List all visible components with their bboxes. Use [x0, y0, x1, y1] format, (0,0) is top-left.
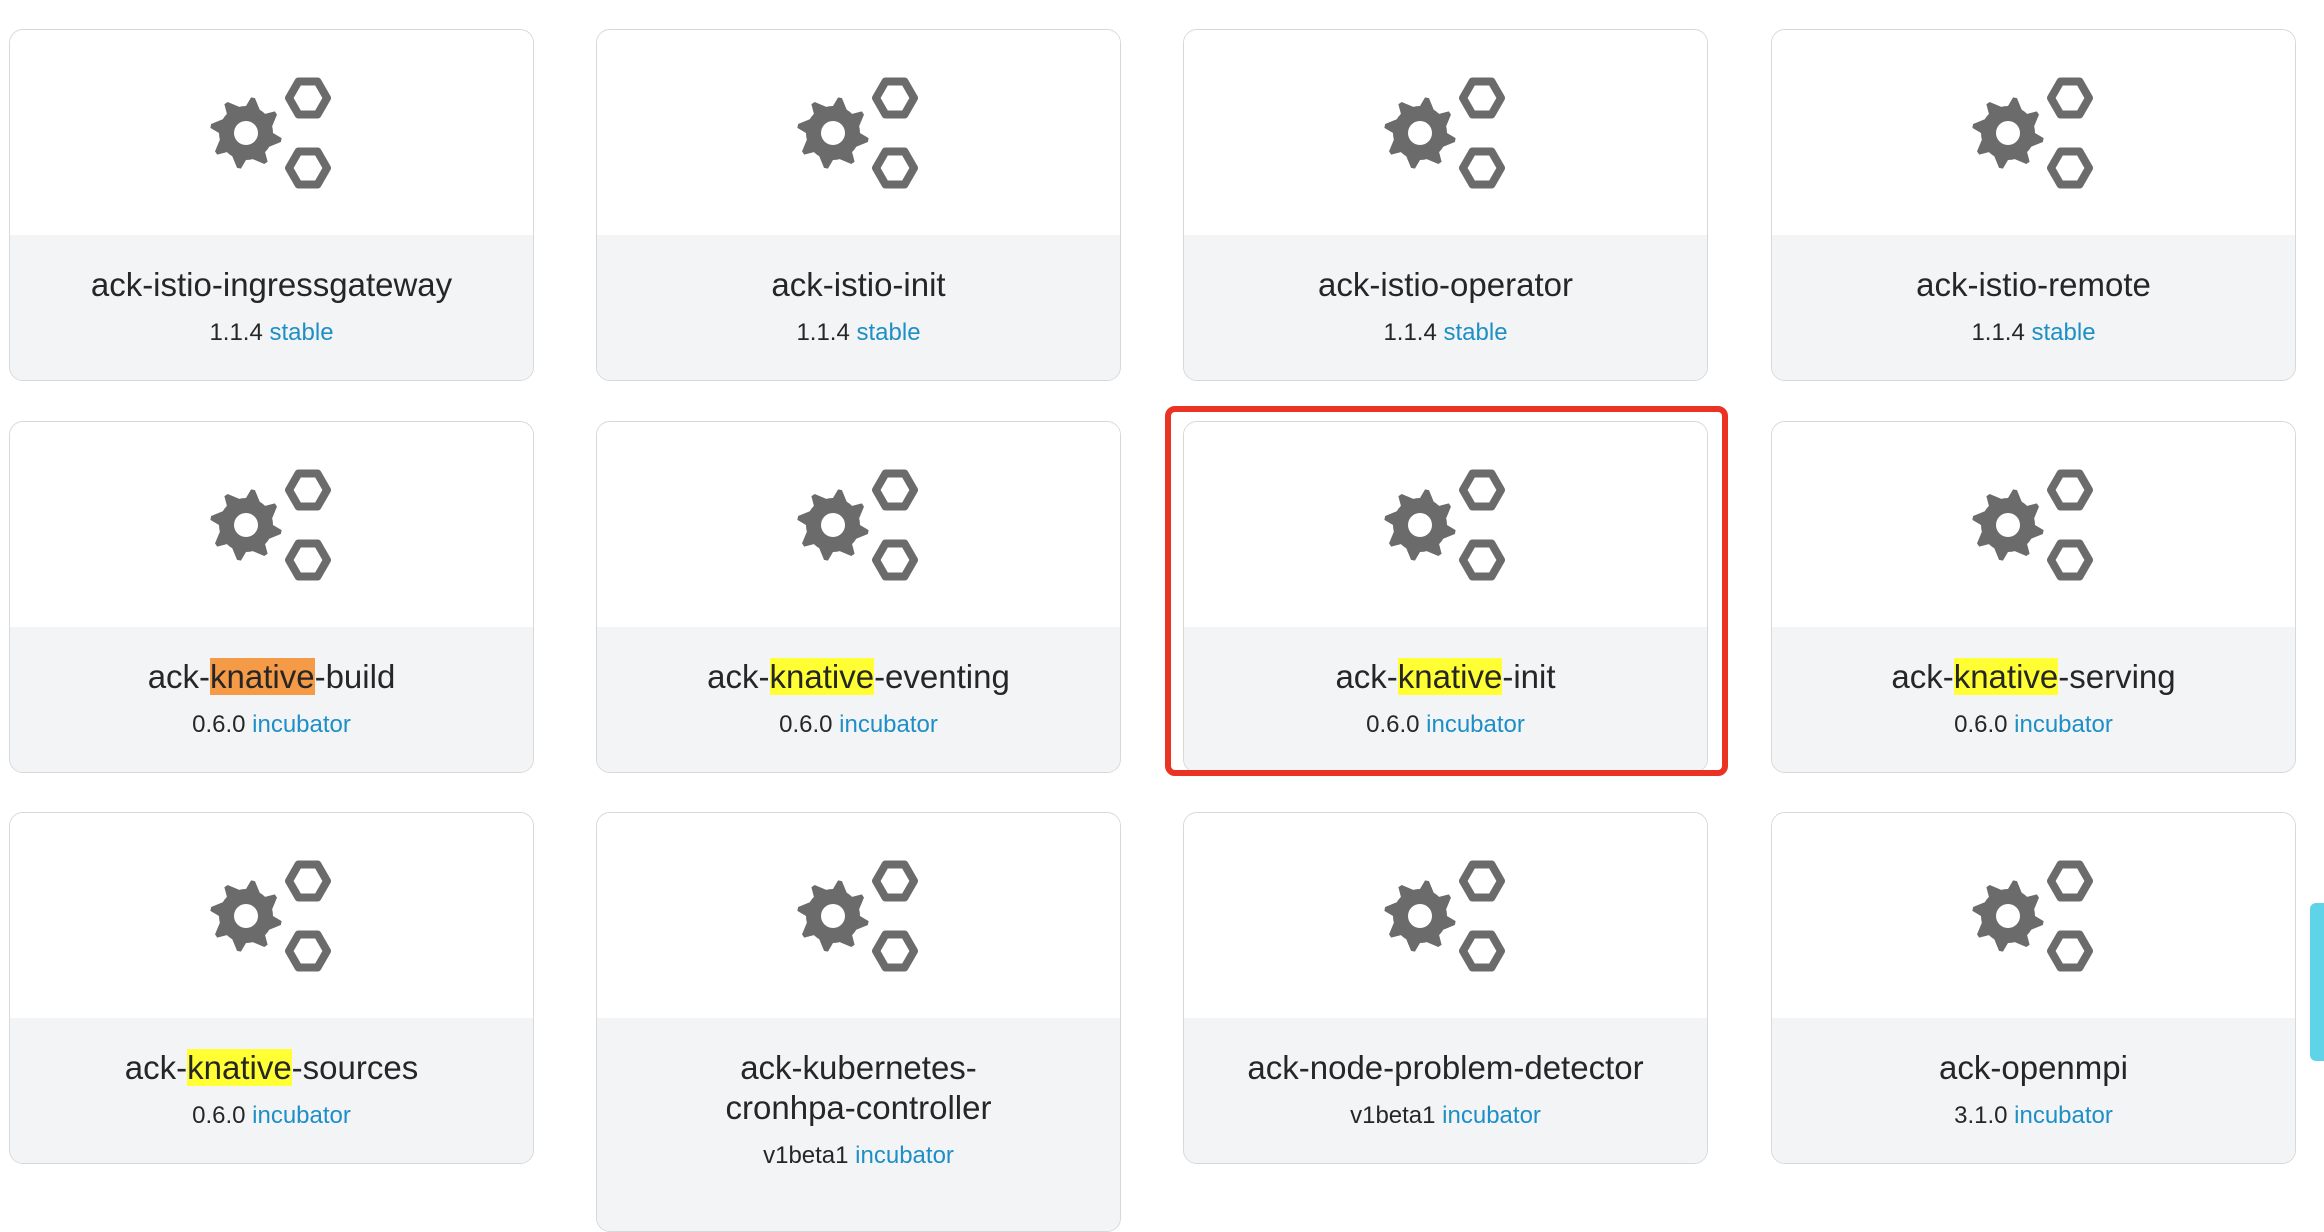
chart-version: 0.6.0 — [1954, 711, 2008, 738]
chart-version: 1.1.4 — [796, 319, 850, 346]
gears-icon — [1971, 74, 2096, 192]
hex-nut-icon — [1458, 469, 1505, 510]
hex-nut-icon — [871, 539, 918, 580]
chart-card[interactable]: ack-knative-sources 0.6.0 incubator — [9, 812, 534, 1164]
chart-channel-link[interactable]: stable — [1444, 319, 1508, 346]
chart-version: 1.1.4 — [1383, 319, 1437, 346]
chart-channel-link[interactable]: incubator — [2014, 1102, 2113, 1129]
chart-name: ack-kubernetes-cronhpa-controller — [725, 1049, 992, 1126]
chart-version: v1beta1 — [763, 1142, 849, 1169]
hex-nut-icon — [2046, 469, 2093, 510]
gears-icon — [1971, 466, 2096, 584]
gears-icon — [1383, 74, 1508, 192]
search-match: knative — [1397, 658, 1503, 695]
hex-nut-icon — [2046, 930, 2093, 971]
chart-channel-link[interactable]: incubator — [839, 711, 938, 738]
hex-nut-icon — [1458, 539, 1505, 580]
hex-nut-icon — [871, 930, 918, 971]
chart-card[interactable]: ack-knative-serving 0.6.0 incubator — [1771, 421, 2296, 773]
chart-card[interactable]: ack-openmpi 3.1.0 incubator — [1771, 812, 2296, 1164]
chart-version: 0.6.0 — [192, 711, 246, 738]
search-match: knative — [769, 658, 875, 695]
hex-nut-icon — [1458, 860, 1505, 901]
chart-channel-link[interactable]: stable — [857, 319, 921, 346]
chart-name: ack-knative-build — [147, 658, 396, 695]
chart-version: 1.1.4 — [1971, 319, 2025, 346]
hex-nut-icon — [284, 77, 331, 118]
chart-version: v1beta1 — [1350, 1102, 1436, 1129]
chart-name: ack-knative-init — [1335, 658, 1556, 695]
gears-icon — [1383, 857, 1508, 975]
chart-name: ack-node-problem-detector — [1247, 1049, 1644, 1086]
chart-card[interactable]: ack-knative-build 0.6.0 incubator — [9, 421, 534, 773]
chart-name: ack-knative-sources — [124, 1049, 419, 1086]
chart-name: ack-istio-ingressgateway — [90, 266, 453, 303]
chart-channel-link[interactable]: incubator — [252, 711, 351, 738]
feedback-side-tab[interactable] — [2310, 903, 2324, 1061]
search-match: knative — [187, 1049, 292, 1086]
gears-icon — [209, 857, 334, 975]
chart-card[interactable]: ack-istio-operator 1.1.4 stable — [1183, 29, 1708, 381]
search-match-active: knative — [210, 658, 315, 695]
hex-nut-icon — [284, 860, 331, 901]
hex-nut-icon — [2046, 77, 2093, 118]
chart-channel-link[interactable]: incubator — [2014, 711, 2113, 738]
chart-name: ack-istio-init — [771, 266, 946, 303]
chart-card[interactable]: ack-kubernetes-cronhpa-controller v1beta… — [596, 812, 1121, 1232]
hex-nut-icon — [871, 147, 918, 188]
chart-card[interactable]: ack-istio-ingressgateway 1.1.4 stable — [9, 29, 534, 381]
chart-card[interactable]: ack-istio-init 1.1.4 stable — [596, 29, 1121, 381]
hex-nut-icon — [2046, 860, 2093, 901]
gears-icon — [1971, 857, 2096, 975]
chart-name: ack-istio-operator — [1318, 266, 1573, 303]
chart-card-selected[interactable]: ack-knative-init 0.6.0 incubator — [1183, 421, 1708, 773]
hex-nut-icon — [284, 147, 331, 188]
hex-nut-icon — [284, 930, 331, 971]
chart-card[interactable]: ack-node-problem-detector v1beta1 incuba… — [1183, 812, 1708, 1164]
chart-name: ack-knative-serving — [1891, 658, 2176, 695]
gears-icon — [209, 74, 334, 192]
gears-icon — [1383, 466, 1508, 584]
gears-icon — [209, 466, 334, 584]
hex-nut-icon — [2046, 147, 2093, 188]
chart-name: ack-knative-eventing — [707, 658, 1010, 695]
chart-version: 1.1.4 — [209, 319, 263, 346]
hex-nut-icon — [871, 77, 918, 118]
chart-grid: ack-istio-ingressgateway 1.1.4 stable ac… — [0, 0, 2324, 1232]
chart-channel-link[interactable]: incubator — [1442, 1102, 1541, 1129]
chart-card[interactable]: ack-istio-remote 1.1.4 stable — [1771, 29, 2296, 381]
hex-nut-icon — [1458, 147, 1505, 188]
chart-channel-link[interactable]: incubator — [1426, 711, 1525, 738]
hex-nut-icon — [284, 469, 331, 510]
hex-nut-icon — [871, 860, 918, 901]
hex-nut-icon — [1458, 77, 1505, 118]
chart-version: 0.6.0 — [1366, 711, 1420, 738]
chart-name: ack-openmpi — [1939, 1049, 2128, 1086]
hex-nut-icon — [284, 539, 331, 580]
chart-version: 3.1.0 — [1954, 1102, 2008, 1129]
chart-channel-link[interactable]: incubator — [855, 1142, 954, 1169]
chart-version: 0.6.0 — [192, 1102, 246, 1129]
chart-name: ack-istio-remote — [1916, 266, 2151, 303]
chart-version: 0.6.0 — [779, 711, 833, 738]
hex-nut-icon — [871, 469, 918, 510]
hex-nut-icon — [2046, 539, 2093, 580]
chart-card[interactable]: ack-knative-eventing 0.6.0 incubator — [596, 421, 1121, 773]
gears-icon — [796, 74, 921, 192]
gears-icon — [796, 857, 921, 975]
chart-channel-link[interactable]: incubator — [252, 1102, 351, 1129]
hex-nut-icon — [1458, 930, 1505, 971]
chart-channel-link[interactable]: stable — [2032, 319, 2096, 346]
chart-channel-link[interactable]: stable — [270, 319, 334, 346]
search-match: knative — [1953, 658, 2059, 695]
gears-icon — [796, 466, 921, 584]
